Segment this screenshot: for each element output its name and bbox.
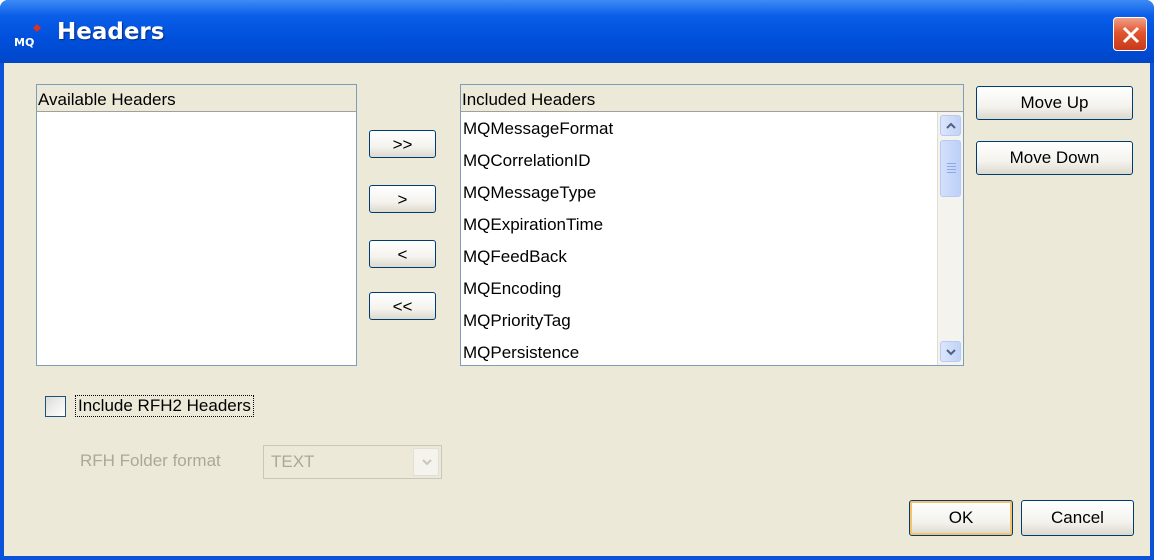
- list-item[interactable]: MQMessageType: [463, 183, 596, 203]
- rfh-folder-format-select[interactable]: TEXT: [263, 445, 442, 479]
- dialog-body: Available Headers >> > < << Included Hea…: [4, 63, 1150, 556]
- chevron-down-icon: [422, 459, 432, 466]
- ok-label: OK: [948, 508, 974, 527]
- list-item[interactable]: MQPriorityTag: [463, 311, 571, 331]
- add-label: >: [397, 190, 408, 209]
- list-item[interactable]: MQMessageFormat: [463, 119, 613, 139]
- chevron-up-icon: [946, 122, 956, 129]
- scroll-down-button[interactable]: [940, 341, 961, 362]
- cancel-button[interactable]: Cancel: [1021, 500, 1134, 536]
- list-item[interactable]: MQFeedBack: [463, 247, 567, 267]
- title-bar[interactable]: MQ Headers: [0, 0, 1154, 63]
- remove-all-button[interactable]: <<: [369, 292, 436, 320]
- list-item[interactable]: MQExpirationTime: [463, 215, 603, 235]
- chevron-down-icon: [946, 349, 956, 356]
- add-button[interactable]: >: [369, 185, 436, 213]
- svg-text:MQ: MQ: [14, 36, 34, 48]
- rfh-folder-format-dropdown-button[interactable]: [413, 448, 439, 476]
- include-rfh2-checkbox[interactable]: [45, 396, 66, 417]
- list-item[interactable]: MQEncoding: [463, 279, 561, 299]
- move-down-button[interactable]: Move Down: [976, 141, 1133, 175]
- rfh-folder-format-label: RFH Folder format: [80, 451, 221, 470]
- available-headers-list[interactable]: Available Headers: [36, 84, 357, 366]
- scroll-thumb[interactable]: [940, 140, 961, 197]
- included-headers-column-header: Included Headers: [461, 85, 963, 112]
- move-up-button[interactable]: Move Up: [976, 86, 1133, 120]
- scroll-up-button[interactable]: [940, 115, 961, 136]
- cancel-label: Cancel: [1051, 508, 1104, 527]
- remove-label: <: [397, 245, 408, 264]
- close-button[interactable]: [1113, 17, 1147, 51]
- rfh-folder-format-value: TEXT: [271, 452, 315, 471]
- list-item[interactable]: MQPersistence: [463, 343, 579, 363]
- move-up-label: Move Up: [1020, 93, 1089, 112]
- list-item[interactable]: MQCorrelationID: [463, 151, 591, 171]
- add-all-label: >>: [392, 135, 413, 154]
- add-all-button[interactable]: >>: [369, 130, 436, 158]
- include-rfh2-label[interactable]: Include RFH2 Headers: [75, 395, 254, 417]
- move-down-label: Move Down: [1009, 148, 1100, 167]
- ok-button[interactable]: OK: [909, 500, 1013, 536]
- window-title: Headers: [57, 19, 165, 45]
- headers-dialog: MQ Headers Available Headers >> > < << I…: [0, 0, 1154, 560]
- included-headers-list[interactable]: Included Headers MQMessageFormat MQCorre…: [460, 84, 964, 366]
- close-icon: [1122, 26, 1140, 44]
- available-headers-column-header: Available Headers: [37, 85, 356, 112]
- remove-all-label: <<: [392, 297, 413, 316]
- remove-button[interactable]: <: [369, 240, 436, 268]
- included-headers-scrollbar[interactable]: [937, 112, 963, 365]
- mq-app-icon: MQ: [14, 24, 41, 48]
